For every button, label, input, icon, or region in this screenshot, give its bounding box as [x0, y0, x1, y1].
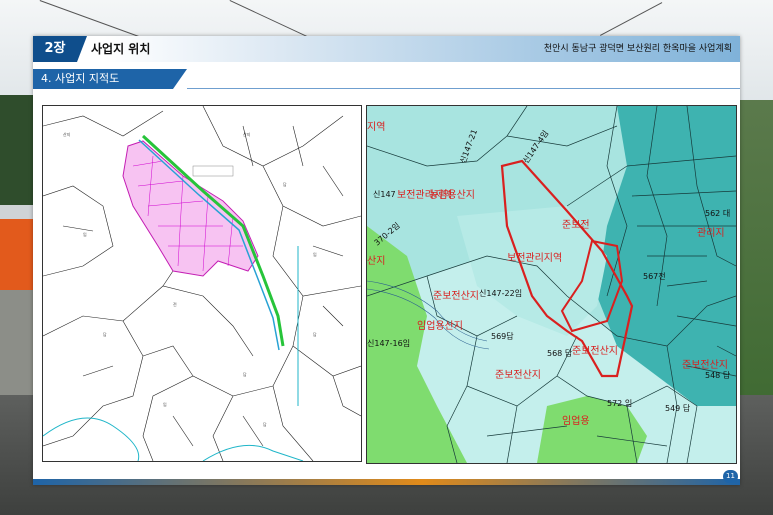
project-title: 천안시 동남구 광덕면 보산원리 한옥마을 사업계획: [543, 44, 732, 54]
zone-label: 임업용산지: [417, 319, 463, 332]
zone-label: 준보전산지: [433, 290, 479, 302]
zone-label: 준보전산지: [495, 369, 541, 381]
parcel-label: 562 대: [705, 209, 730, 218]
zone-label: 준보전산지: [572, 345, 618, 357]
slide-header: 2장 사업지 위치 천안시 동남구 광덕면 보산원리 한옥마을 사업계획: [33, 36, 740, 62]
zone-label: 임업용: [562, 414, 590, 427]
header-title: 사업지 위치: [91, 42, 151, 56]
zone-label: 산지: [367, 255, 385, 267]
svg-text:임: 임: [83, 231, 87, 237]
svg-text:산지: 산지: [63, 131, 71, 137]
parcel-label: 567전: [643, 271, 666, 281]
svg-text:전: 전: [173, 301, 177, 307]
svg-text:답: 답: [263, 421, 267, 427]
section-divider: [187, 88, 740, 89]
section-title: 4. 사업지 지적도: [33, 69, 173, 89]
parcel-label: 548 답: [705, 370, 731, 380]
svg-text:답: 답: [243, 371, 247, 377]
cadastral-map-overview: 산지 산지 답 답전임 답답임 임답: [42, 105, 362, 462]
svg-text:답: 답: [103, 331, 107, 337]
parcel-label: 572 임: [607, 399, 632, 408]
zone-label: 관리지: [697, 227, 725, 239]
svg-text:답: 답: [313, 331, 317, 337]
svg-text:임: 임: [163, 401, 167, 407]
parcel-label: 신147-16임: [367, 339, 410, 348]
slide-footer-bar: [33, 479, 740, 485]
svg-text:답: 답: [283, 181, 287, 187]
zone-label: 지역: [367, 121, 385, 133]
background-house: [0, 205, 34, 290]
chapter-badge: 2장: [33, 36, 77, 62]
page-number: 11: [723, 470, 738, 483]
cadastral-map-zoning: 지역 보전관리지역 농림용산지 산지 준보전산지 준보전 보전관리지역 준보전산…: [366, 105, 737, 464]
slide: 2장 사업지 위치 천안시 동남구 광덕면 보산원리 한옥마을 사업계획 4. …: [33, 36, 740, 485]
parcel-label: 신147: [373, 190, 396, 199]
zone-label: 농림용산지: [429, 189, 475, 201]
parcel-label: 569답: [491, 331, 514, 341]
svg-text:산지: 산지: [243, 131, 251, 137]
svg-text:임: 임: [313, 251, 317, 257]
zone-label: 보전관리지역: [507, 252, 562, 264]
zone-label: 준보전산지: [682, 359, 728, 371]
parcel-label: 568 답: [547, 348, 573, 358]
parcel-label: 549 답: [665, 403, 691, 413]
zone-label: 준보전: [562, 219, 590, 231]
background-hill: [735, 100, 773, 410]
parcel-label: 신147-22임: [479, 289, 522, 298]
